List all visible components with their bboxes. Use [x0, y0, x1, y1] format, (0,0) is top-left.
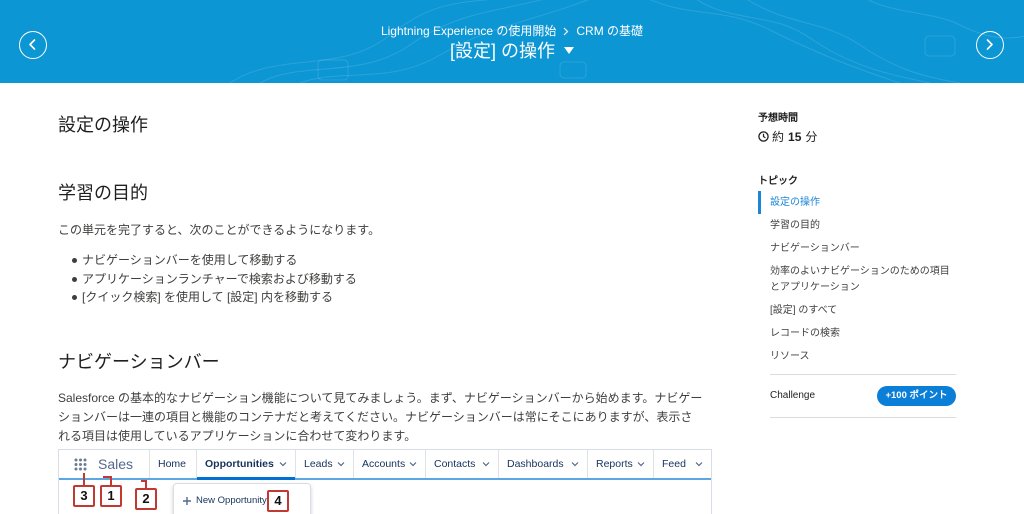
callout-number: 1 [100, 485, 122, 507]
section-paragraph: Salesforce の基本的なナビゲーション機能について見てみましょう。まず、… [58, 391, 703, 443]
estimated-time-label: 予想時間 [758, 113, 798, 124]
topic-link[interactable]: 効率のよいナビゲーションのための項目とアプリケーション [758, 260, 956, 299]
navigation-bar-screenshot: Sales Home Opportunities Leads Accounts … [58, 449, 712, 514]
caret-down-icon [564, 46, 574, 54]
topic-link[interactable]: レコードの検索 [758, 322, 956, 345]
objective-item: ナビゲーションバーを使用して移動する [72, 251, 357, 270]
objectives-heading: 学習の目的 [58, 183, 148, 203]
clock-icon [758, 131, 769, 142]
sidebar-divider [770, 417, 956, 418]
objectives-intro: この単元を完了すると、次のことができるようになります。 [58, 223, 381, 237]
topic-link[interactable]: [設定] のすべて [758, 299, 956, 322]
unit-switcher-container: [設定] の操作 [0, 39, 1024, 63]
section-heading-navigation-bar: ナビゲーションバー [58, 352, 220, 372]
topic-link[interactable]: 設定の操作 [758, 191, 956, 214]
callout-number: 2 [135, 488, 157, 510]
objectives-list: ナビゲーションバーを使用して移動する アプリケーションランチャーで検索および移動… [58, 251, 357, 307]
breadcrumb: Lightning Experience の使用開始 CRM の基礎 [0, 24, 1024, 38]
topic-link[interactable]: 学習の目的 [758, 214, 956, 237]
header-unit-title: [設定] の操作 [449, 41, 555, 61]
challenge-link[interactable]: Challenge [770, 389, 815, 403]
estimated-time-prefix: 約 [772, 130, 785, 144]
topics-label: トピック [758, 176, 798, 187]
sidebar-divider [770, 374, 956, 375]
estimated-time-unit: 分 [805, 130, 818, 144]
unit-title: 設定の操作 [58, 115, 148, 135]
topics-list: 設定の操作 学習の目的 ナビゲーションバー 効率のよいナビゲーションのための項目… [758, 191, 956, 368]
estimated-time: 約 15 分 [758, 129, 817, 145]
breadcrumb-link-module[interactable]: CRM の基礎 [576, 24, 643, 38]
breadcrumb-chevron-icon [563, 27, 569, 36]
objective-item: アプリケーションランチャーで検索および移動する [72, 270, 357, 289]
estimated-time-value: 15 [788, 130, 802, 144]
topic-link[interactable]: ナビゲーションバー [758, 237, 956, 260]
unit-header: Lightning Experience の使用開始 CRM の基礎 [設定] の… [0, 0, 1024, 83]
objective-item: [クイック検索] を使用して [設定] 内を移動する [72, 288, 357, 307]
unit-switcher[interactable]: [設定] の操作 [450, 39, 574, 63]
points-badge: +100 ポイント [877, 386, 956, 406]
callout-number: 4 [267, 490, 289, 512]
topic-link[interactable]: リソース [758, 345, 956, 368]
callout-number: 3 [73, 485, 95, 507]
breadcrumb-link-trail[interactable]: Lightning Experience の使用開始 [381, 24, 556, 38]
